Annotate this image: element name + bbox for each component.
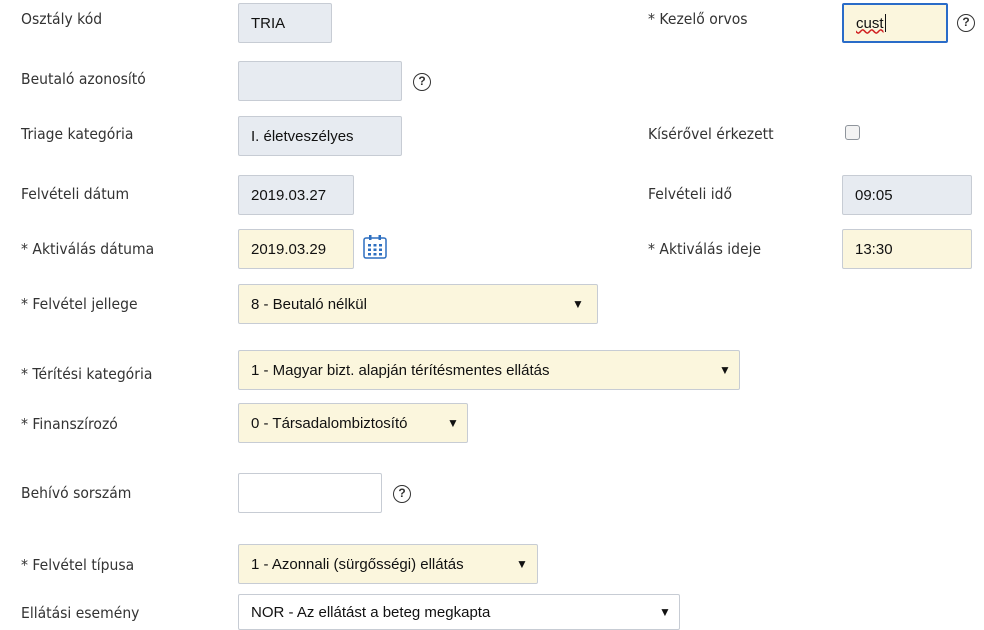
felveteli-datum-label: Felvételi dátum	[21, 185, 130, 203]
behivo-sorszam-input[interactable]	[238, 473, 382, 513]
finanszirozo-value: 0 - Társadalombiztosító	[251, 414, 408, 432]
dropdown-arrow-icon: ▼	[516, 557, 528, 571]
felvetel-tipusa-value: 1 - Azonnali (sürgősségi) ellátás	[251, 555, 464, 573]
felveteli-ido-label: Felvételi idő	[648, 185, 733, 203]
kiserovel-erkezett-label: Kísérővel érkezett	[648, 125, 774, 143]
teritesi-kategoria-label: * Térítési kategória	[21, 365, 153, 383]
felvetel-tipusa-label: * Felvétel típusa	[21, 556, 135, 574]
triage-kategoria-value: I. életveszélyes	[251, 127, 354, 145]
felveteli-datum-value: 2019.03.27	[251, 186, 327, 204]
teritesi-kategoria-select[interactable]: 1 - Magyar bizt. alapján térítésmentes e…	[238, 350, 740, 390]
calendar-icon[interactable]	[362, 234, 388, 260]
ellatasi-esemeny-label: Ellátási esemény	[21, 604, 140, 622]
triage-kategoria-field: I. életveszélyes	[238, 116, 402, 156]
teritesi-kategoria-value: 1 - Magyar bizt. alapján térítésmentes e…	[251, 361, 550, 379]
osztaly-kod-field: TRIA	[238, 3, 332, 43]
felvetel-jellege-value: 8 - Beutaló nélkül	[251, 295, 367, 313]
dropdown-arrow-icon: ▼	[572, 297, 584, 311]
aktivalas-datuma-value: 2019.03.29	[251, 240, 327, 258]
osztaly-kod-label: Osztály kód	[21, 10, 103, 28]
kezelo-orvos-input[interactable]: cust	[842, 3, 948, 43]
felvetel-jellege-select[interactable]: 8 - Beutaló nélkül ▼	[238, 284, 598, 324]
felveteli-datum-field: 2019.03.27	[238, 175, 354, 215]
beutalo-azonosito-label: Beutaló azonosító	[21, 70, 146, 88]
aktivalas-datuma-label: * Aktiválás dátuma	[21, 240, 155, 258]
felvetel-tipusa-select[interactable]: 1 - Azonnali (sürgősségi) ellátás ▼	[238, 544, 538, 584]
aktivalas-ideje-label: * Aktiválás ideje	[648, 240, 762, 258]
dropdown-arrow-icon: ▼	[447, 416, 459, 430]
dropdown-arrow-icon: ▼	[719, 363, 731, 377]
osztaly-kod-value: TRIA	[251, 14, 286, 32]
felvetel-jellege-label: * Felvétel jellege	[21, 295, 138, 313]
aktivalas-datuma-input[interactable]: 2019.03.29	[238, 229, 354, 269]
kezelo-orvos-label: * Kezelő orvos	[648, 10, 748, 28]
kezelo-orvos-value: cust	[856, 14, 884, 32]
beutalo-azonosito-help-icon[interactable]: ?	[413, 73, 431, 91]
text-caret	[884, 14, 886, 32]
ellatasi-esemeny-select[interactable]: NOR - Az ellátást a beteg megkapta ▼	[238, 594, 680, 630]
beutalo-azonosito-field	[238, 61, 402, 101]
aktivalas-ideje-input[interactable]: 13:30	[842, 229, 972, 269]
behivo-sorszam-label: Behívó sorszám	[21, 484, 132, 502]
kezelo-orvos-help-icon[interactable]: ?	[957, 14, 975, 32]
felveteli-ido-value: 09:05	[855, 186, 893, 204]
kiserovel-erkezett-checkbox[interactable]	[845, 125, 860, 140]
triage-kategoria-label: Triage kategória	[21, 125, 134, 143]
behivo-sorszam-help-icon[interactable]: ?	[393, 485, 411, 503]
ellatasi-esemeny-value: NOR - Az ellátást a beteg megkapta	[251, 603, 491, 621]
aktivalas-ideje-value: 13:30	[855, 240, 893, 258]
finanszirozo-label: * Finanszírozó	[21, 415, 118, 433]
dropdown-arrow-icon: ▼	[659, 605, 671, 619]
finanszirozo-select[interactable]: 0 - Társadalombiztosító ▼	[238, 403, 468, 443]
felveteli-ido-field: 09:05	[842, 175, 972, 215]
